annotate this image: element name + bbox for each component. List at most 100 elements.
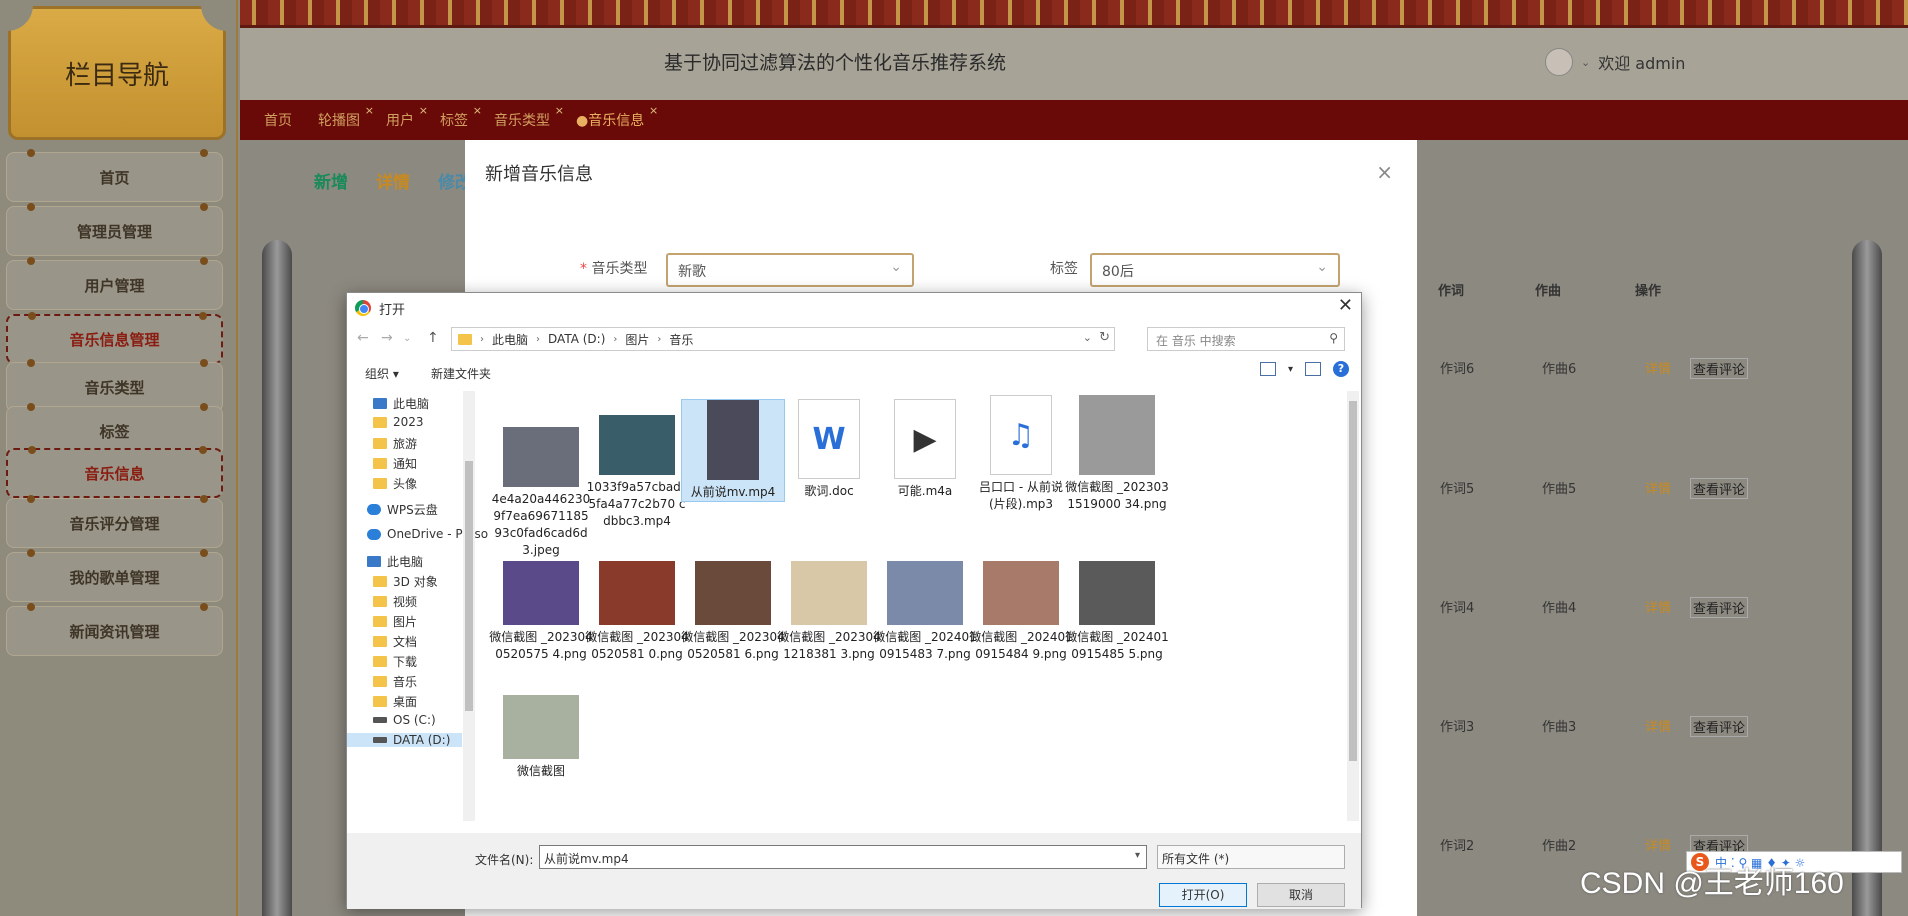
nav-scrollbar[interactable] [463, 391, 475, 821]
file-item[interactable]: 微信截图 [489, 675, 593, 780]
nav-item[interactable]: 旅游 [373, 435, 417, 452]
chevron-down-icon[interactable]: ▾ [1135, 850, 1140, 861]
breadcrumb-item[interactable]: 此电脑 [492, 331, 528, 348]
close-icon[interactable]: × [473, 104, 482, 117]
sidebar-item[interactable]: 音乐类型 [6, 359, 223, 412]
column-header-lyric[interactable]: 作词 [1438, 280, 1464, 299]
breadcrumb-item[interactable]: 图片 [625, 331, 649, 348]
help-icon[interactable]: ? [1333, 361, 1349, 377]
nav-item[interactable]: OS (C:) [373, 713, 436, 727]
close-icon[interactable]: × [365, 104, 374, 117]
file-item[interactable]: 4e4a20a4462309f7ea69671185 93c0fad6cad6d… [489, 407, 593, 559]
file-item[interactable]: ♫ 吕口口 - 从前说 (片段).mp3 [969, 395, 1073, 513]
file-item[interactable]: 1033f9a57cbadc5fa4a77c2b70 cdbbc3.mp4 [585, 395, 689, 530]
view-comments-button[interactable]: 查看评论 [1690, 597, 1749, 618]
up-icon[interactable]: ↑ [427, 330, 439, 346]
user-menu[interactable]: ⌄ 欢迎 admin [1545, 48, 1685, 76]
tag-select[interactable]: 80后 ⌄ [1090, 253, 1340, 287]
detail-link[interactable]: 详情 [1645, 358, 1671, 377]
nav-item[interactable]: 音乐 [373, 673, 417, 690]
avatar[interactable] [1545, 48, 1573, 76]
file-item[interactable]: W 歌词.doc [777, 399, 881, 500]
scrollbar-thumb[interactable] [465, 461, 473, 711]
file-item[interactable]: 从前说mv.mp4 [681, 399, 785, 502]
chevron-right-icon[interactable]: › [657, 334, 661, 345]
chevron-down-icon[interactable]: ⌄ [1581, 56, 1590, 69]
sidebar-item[interactable]: 音乐信息 [6, 446, 223, 498]
chevron-down-icon[interactable]: ⌄ [1083, 331, 1092, 344]
back-icon[interactable]: ← [357, 330, 369, 346]
sidebar-item[interactable]: 管理员管理 [6, 203, 223, 256]
file-item[interactable]: 微信截图 _2023041218381 3.png [777, 541, 881, 663]
nav-item[interactable]: 通知 [373, 455, 417, 472]
scrollbar-thumb[interactable] [1349, 401, 1357, 761]
tab[interactable]: 音乐类型 × [494, 104, 564, 130]
file-item[interactable]: 微信截图 _2023031519000 34.png [1065, 395, 1169, 513]
sidebar-item[interactable]: 首页 [6, 149, 223, 202]
nav-item[interactable]: 下载 [373, 653, 417, 670]
nav-item[interactable]: 视频 [373, 593, 417, 610]
sidebar-item[interactable]: 音乐评分管理 [6, 495, 223, 548]
nav-item[interactable]: DATA (D:) [347, 733, 462, 747]
tab[interactable]: ●音乐信息 × [576, 104, 658, 130]
view-comments-button[interactable]: 查看评论 [1690, 478, 1749, 499]
chevron-right-icon[interactable]: › [613, 334, 617, 345]
recent-chevron-icon[interactable]: ⌄ [403, 333, 411, 344]
nav-item[interactable]: 此电脑 [367, 553, 423, 570]
search-icon[interactable]: ⚲ [1329, 331, 1338, 345]
tab[interactable]: 标签 × [440, 104, 482, 130]
sidebar-item[interactable]: 音乐信息管理 [6, 312, 223, 364]
chevron-right-icon[interactable]: › [536, 334, 540, 345]
detail-button[interactable]: 详情 [376, 168, 410, 193]
close-icon[interactable]: × [649, 104, 658, 117]
view-comments-button[interactable]: 查看评论 [1690, 358, 1749, 379]
nav-item[interactable]: 此电脑 [373, 395, 429, 412]
breadcrumb-item[interactable]: DATA (D:) [548, 332, 605, 346]
filename-input[interactable]: 从前说mv.mp4 ▾ [539, 845, 1147, 869]
nav-item[interactable]: 图片 [373, 613, 417, 630]
detail-link[interactable]: 详情 [1645, 716, 1671, 735]
detail-link[interactable]: 详情 [1645, 597, 1671, 616]
file-item[interactable]: ▶ 可能.m4a [873, 399, 977, 500]
file-item[interactable]: 微信截图 _2024010915485 5.png [1065, 541, 1169, 663]
view-comments-button[interactable]: 查看评论 [1690, 716, 1749, 737]
file-scrollbar[interactable] [1347, 391, 1359, 821]
file-item[interactable]: 微信截图 _2023040520581 6.png [681, 541, 785, 663]
breadcrumb-item[interactable]: 音乐 [669, 331, 693, 348]
close-icon[interactable]: ✕ [1338, 295, 1353, 316]
file-item[interactable]: 微信截图 _2023040520581 0.png [585, 541, 689, 663]
close-icon[interactable]: × [419, 104, 428, 117]
forward-icon[interactable]: → [381, 330, 393, 346]
address-bar[interactable]: › 此电脑 › DATA (D:) › 图片 › 音乐 ⌄ ↻ [451, 327, 1115, 351]
nav-item[interactable]: 3D 对象 [373, 573, 438, 590]
add-button[interactable]: 新增 [314, 168, 348, 193]
nav-item[interactable]: 2023 [373, 415, 424, 429]
open-button[interactable]: 打开(O) [1159, 883, 1247, 907]
detail-link[interactable]: 详情 [1645, 478, 1671, 497]
preview-pane-icon[interactable] [1305, 362, 1321, 376]
close-icon[interactable]: × [1376, 160, 1393, 184]
chevron-down-icon[interactable]: ▾ [1288, 364, 1293, 375]
organize-button[interactable]: 组织 ▾ [365, 365, 399, 382]
close-icon[interactable]: × [555, 104, 564, 117]
cancel-button[interactable]: 取消 [1257, 883, 1345, 907]
file-item[interactable]: 微信截图 _2023040520575 4.png [489, 541, 593, 663]
new-folder-button[interactable]: 新建文件夹 [431, 365, 491, 382]
file-item[interactable]: 微信截图 _2024010915484 9.png [969, 541, 1073, 663]
sidebar-item[interactable]: 新闻资讯管理 [6, 603, 223, 656]
nav-item[interactable]: WPS云盘 [367, 501, 438, 518]
tab[interactable]: 用户 × [386, 104, 428, 130]
refresh-icon[interactable]: ↻ [1099, 330, 1110, 345]
music-type-select[interactable]: 新歌 ⌄ [666, 253, 914, 287]
column-header-composer[interactable]: 作曲 [1535, 280, 1561, 299]
file-item[interactable]: 微信截图 _2024010915483 7.png [873, 541, 977, 663]
nav-item[interactable]: 桌面 [373, 693, 417, 710]
sidebar-item[interactable]: 我的歌单管理 [6, 549, 223, 602]
tab[interactable]: 轮播图 × [318, 104, 374, 130]
tab[interactable]: 首页 [264, 110, 292, 130]
detail-link[interactable]: 详情 [1645, 835, 1671, 854]
nav-item[interactable]: 文档 [373, 633, 417, 650]
view-mode-icon[interactable] [1259, 362, 1276, 376]
search-input[interactable]: 在 音乐 中搜索 ⚲ [1147, 327, 1345, 351]
filetype-select[interactable]: 所有文件 (*) [1157, 845, 1345, 869]
